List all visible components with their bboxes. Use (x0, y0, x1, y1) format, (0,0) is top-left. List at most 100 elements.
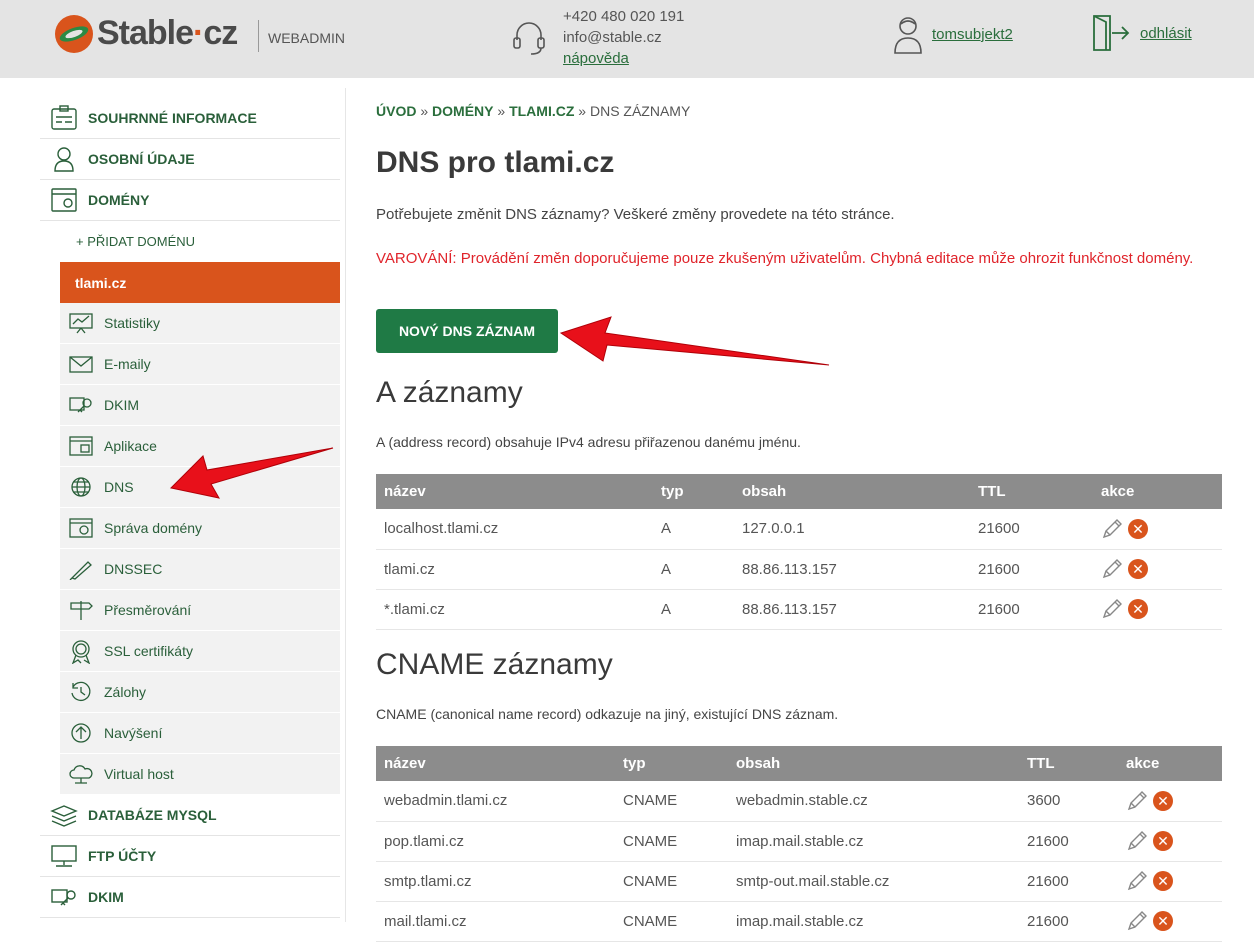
record-name: *.tlami.cz (376, 589, 653, 630)
record-content: smtp-out.mail.stable.cz (728, 861, 1019, 902)
stable-logo-mark (55, 14, 93, 53)
record-content: imap.mail.stable.cz (728, 821, 1019, 862)
sidebar-item-domain-management[interactable]: Správa domény (60, 508, 340, 549)
record-name: mail.tlami.cz (376, 901, 615, 942)
statistics-icon (69, 313, 93, 334)
contact-email[interactable]: info@stable.cz (563, 27, 684, 48)
sidebar-item-label: Aplikace (104, 438, 157, 454)
sidebar-item-label: DOMÉNY (88, 192, 150, 208)
table-row: *.tlami.cz A 88.86.113.157 21600 ✕ (376, 589, 1222, 630)
edit-pencil-icon[interactable] (1101, 558, 1123, 580)
column-header: obsah (728, 746, 1019, 781)
delete-icon[interactable]: ✕ (1128, 599, 1148, 619)
page-title: DNS pro tlami.cz (376, 146, 615, 179)
record-actions: ✕ (1093, 549, 1222, 590)
record-actions: ✕ (1118, 901, 1222, 942)
logo-divider (258, 20, 259, 52)
record-actions: ✕ (1093, 589, 1222, 630)
edit-pencil-icon[interactable] (1126, 790, 1148, 812)
column-header: akce (1118, 746, 1222, 781)
record-name: localhost.tlami.cz (376, 509, 653, 550)
sidebar-divider (345, 88, 346, 922)
column-header: TTL (970, 474, 1093, 509)
table-header-row: název typ obsah TTL akce (376, 746, 1222, 781)
sidebar-item-applications[interactable]: Aplikace (60, 426, 340, 467)
table-row: smtp.tlami.cz CNAME smtp-out.mail.stable… (376, 861, 1222, 902)
sidebar-item-dkim-main[interactable]: DKIM (40, 877, 340, 918)
sidebar-item-dnssec[interactable]: DNSSEC (60, 549, 340, 590)
a-records-table: název typ obsah TTL akce localhost.tlami… (376, 474, 1222, 630)
delete-icon[interactable]: ✕ (1153, 790, 1173, 811)
dnssec-icon (69, 561, 92, 580)
sidebar-item-label: OSOBNÍ ÚDAJE (88, 151, 195, 167)
record-name: tlami.cz (376, 549, 653, 590)
stable-logo-text: Stable·cz (97, 14, 238, 52)
sidebar-item-redirects[interactable]: Přesměrování (60, 590, 340, 631)
headset-icon (513, 22, 545, 55)
delete-icon[interactable]: ✕ (1128, 518, 1148, 539)
sidebar-item-label: SSL certifikáty (104, 643, 193, 659)
record-name: webadmin.tlami.cz (376, 781, 615, 822)
a-records-description: A (address record) obsahuje IPv4 adresu … (376, 434, 801, 450)
delete-icon[interactable]: ✕ (1153, 911, 1173, 931)
record-type: A (653, 589, 734, 630)
sidebar-item-personal[interactable]: OSOBNÍ ÚDAJE (40, 139, 340, 180)
table-row: pop.tlami.cz CNAME imap.mail.stable.cz 2… (376, 821, 1222, 862)
intro-text: Potřebujete změnit DNS záznamy? Veškeré … (376, 206, 895, 223)
sidebar-item-domains[interactable]: DOMÉNY (40, 180, 340, 221)
logout-link[interactable]: odhlásit (1140, 25, 1192, 42)
ftp-icon (51, 845, 77, 867)
record-type: A (653, 509, 734, 550)
person-icon (54, 147, 74, 172)
sidebar-item-label: DATABÁZE MYSQL (88, 807, 217, 823)
record-content: 127.0.0.1 (734, 509, 970, 550)
sidebar-item-label: E-maily (104, 356, 151, 372)
sidebar-item-dns[interactable]: DNS (60, 467, 340, 508)
edit-pencil-icon[interactable] (1126, 910, 1148, 932)
table-row: localhost.tlami.cz A 127.0.0.1 21600 ✕ (376, 509, 1222, 550)
upgrade-icon (71, 723, 91, 743)
cname-records-table: název typ obsah TTL akce webadmin.tlami.… (376, 746, 1222, 942)
edit-pencil-icon[interactable] (1126, 830, 1148, 852)
stable-logo[interactable]: Stable·cz (55, 14, 238, 53)
sidebar-item-label: Zálohy (104, 684, 147, 700)
sidebar-item-ftp[interactable]: FTP ÚČTY (40, 836, 340, 877)
record-actions: ✕ (1118, 821, 1222, 862)
sidebar-item-ssl[interactable]: SSL certifikáty (60, 631, 340, 672)
key-icon (51, 889, 76, 906)
breadcrumb-separator: » (420, 103, 429, 119)
username-link[interactable]: tomsubjekt2 (932, 26, 1013, 43)
breadcrumb-home[interactable]: ÚVOD (376, 103, 416, 119)
domain-submenu: + PŘIDAT DOMÉNU tlami.cz (60, 221, 340, 303)
add-domain-link[interactable]: + PŘIDAT DOMÉNU (60, 221, 340, 262)
breadcrumb-domain[interactable]: TLAMI.CZ (509, 103, 574, 119)
sidebar-item-mysql[interactable]: DATABÁZE MYSQL (40, 795, 340, 836)
delete-icon[interactable]: ✕ (1153, 871, 1173, 891)
edit-pencil-icon[interactable] (1101, 518, 1123, 540)
edit-pencil-icon[interactable] (1101, 598, 1123, 620)
contact-phone: +420 480 020 191 (563, 8, 685, 25)
sidebar-item-label: DNS (104, 479, 134, 495)
delete-icon[interactable]: ✕ (1128, 559, 1148, 579)
sidebar-item-summary[interactable]: SOUHRNNÉ INFORMACE (40, 98, 340, 139)
record-ttl: 21600 (970, 549, 1093, 590)
sidebar-item-dkim[interactable]: DKIM (60, 385, 340, 426)
record-ttl: 3600 (1019, 781, 1118, 822)
sidebar-item-backups[interactable]: Zálohy (60, 672, 340, 713)
sidebar-item-upgrade[interactable]: Navýšení (60, 713, 340, 754)
sidebar-item-virtual-host[interactable]: Virtual host (60, 754, 340, 795)
breadcrumb: ÚVOD » DOMÉNY » TLAMI.CZ » DNS ZÁZNAMY (376, 103, 690, 119)
column-header: akce (1093, 474, 1222, 509)
sidebar-item-emails[interactable]: E-maily (60, 344, 340, 385)
record-ttl: 21600 (1019, 901, 1118, 942)
table-row: mail.tlami.cz CNAME imap.mail.stable.cz … (376, 901, 1222, 942)
sidebar-item-statistics[interactable]: Statistiky (60, 303, 340, 344)
breadcrumb-domains[interactable]: DOMÉNY (432, 103, 493, 119)
sidebar-item-active-domain[interactable]: tlami.cz (60, 262, 340, 303)
delete-icon[interactable]: ✕ (1153, 831, 1173, 851)
edit-pencil-icon[interactable] (1126, 870, 1148, 892)
help-link[interactable]: nápověda (563, 48, 684, 69)
sidebar-item-label: DKIM (104, 397, 139, 413)
domain-icon (51, 188, 77, 212)
new-dns-record-button[interactable]: NOVÝ DNS ZÁZNAM (376, 309, 558, 353)
